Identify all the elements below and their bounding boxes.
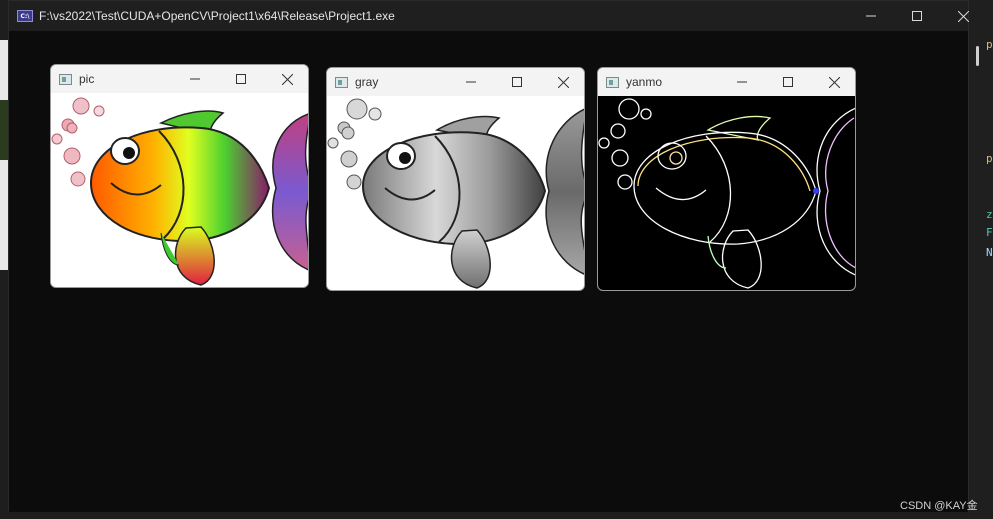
close-icon: [281, 73, 293, 85]
image-window-titlebar[interactable]: gray: [327, 68, 584, 96]
console-close-button[interactable]: [940, 1, 986, 31]
maximize-icon: [512, 77, 522, 87]
image-window-titlebar[interactable]: pic: [51, 65, 308, 93]
minimize-icon: [866, 15, 876, 17]
console-maximize-button[interactable]: [894, 1, 940, 31]
maximize-button[interactable]: [218, 65, 264, 93]
minimize-button[interactable]: [719, 68, 765, 96]
colorful-fish-image: [51, 93, 308, 287]
minimize-icon: [737, 81, 747, 83]
image-window-title: pic: [79, 72, 95, 86]
ide-code-fragment: F: [986, 226, 993, 239]
background-window-edge-accent: [0, 100, 8, 160]
watermark: CSDN @KAY金: [900, 500, 978, 512]
image-window-yanmo: yanmo: [597, 67, 856, 291]
console-titlebar[interactable]: C:\ F:\vs2022\Test\CUDA+OpenCV\Project1\…: [9, 1, 969, 31]
background-ide-window: p p z F N: [968, 0, 993, 519]
ide-code-fragment: z: [986, 208, 993, 221]
opencv-window-icon: [59, 73, 72, 85]
ide-scrollbar[interactable]: [976, 46, 979, 66]
image-window-title: yanmo: [626, 75, 663, 89]
close-icon: [957, 10, 969, 22]
maximize-button[interactable]: [765, 68, 811, 96]
ide-code-fragment: p: [986, 38, 993, 51]
close-icon: [557, 76, 569, 88]
grayscale-fish-image: [327, 96, 584, 290]
close-icon: [828, 76, 840, 88]
edge-mask-fish-image: [598, 96, 855, 290]
console-title: F:\vs2022\Test\CUDA+OpenCV\Project1\x64\…: [39, 9, 395, 23]
opencv-window-icon: [606, 76, 619, 88]
maximize-icon: [783, 77, 793, 87]
console-app-icon: C:\: [17, 10, 33, 22]
close-button[interactable]: [811, 68, 855, 96]
opencv-window-icon: [335, 76, 348, 88]
minimize-button[interactable]: [448, 68, 494, 96]
minimize-icon: [466, 81, 476, 83]
console-minimize-button[interactable]: [848, 1, 894, 31]
ide-code-fragment: p: [986, 152, 993, 165]
image-window-titlebar[interactable]: yanmo: [598, 68, 855, 96]
console-app-icon-label: C:\: [20, 12, 30, 20]
maximize-icon: [912, 11, 922, 21]
minimize-icon: [190, 78, 200, 80]
image-window-gray: gray: [326, 67, 585, 291]
maximize-button[interactable]: [494, 68, 540, 96]
image-window-title: gray: [355, 75, 379, 89]
close-button[interactable]: [264, 65, 308, 93]
ide-code-fragment: N: [986, 246, 993, 259]
maximize-icon: [236, 74, 246, 84]
minimize-button[interactable]: [172, 65, 218, 93]
close-button[interactable]: [540, 68, 584, 96]
image-window-pic: pic: [50, 64, 309, 288]
